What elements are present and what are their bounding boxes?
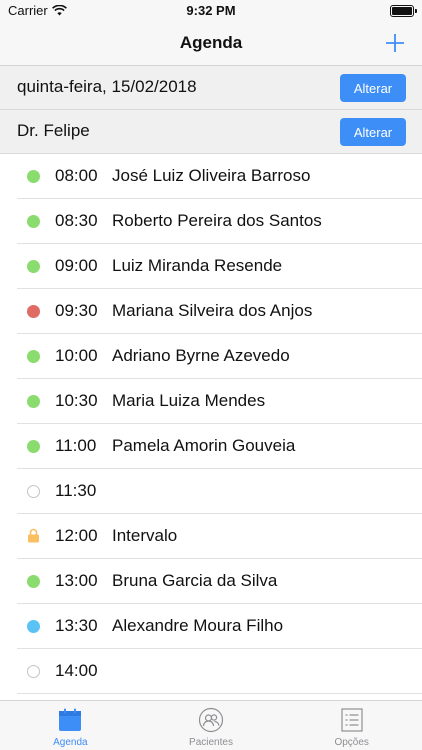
appointment-time: 12:00 [55, 526, 98, 545]
tab-label: Pacientes [189, 737, 233, 748]
doctor-row: Dr. Felipe Alterar [0, 110, 422, 154]
appointment-row[interactable]: 08:30 Roberto Pereira dos Santos [0, 199, 422, 244]
tab-bar: Agenda Pacientes Opções [0, 700, 422, 750]
date-row: quinta-feira, 15/02/2018 Alterar [0, 66, 422, 110]
appointment-patient-name: Adriano Byrne Azevedo [112, 346, 290, 365]
appointment-patient-name: Mariana Silveira dos Anjos [112, 301, 313, 320]
appointment-row[interactable]: 10:00 Adriano Byrne Azevedo [0, 334, 422, 379]
list-icon [341, 708, 363, 732]
status-time: 9:32 PM [186, 3, 236, 18]
appointment-time: 13:30 [55, 616, 98, 635]
appointment-patient-name: Luiz Miranda Resende [112, 256, 283, 275]
plus-icon[interactable] [382, 30, 408, 56]
appointment-time: 10:30 [55, 391, 98, 410]
status-dot-green [27, 260, 40, 273]
appointment-row[interactable]: 08:00 José Luiz Oliveira Barroso [0, 154, 422, 199]
status-dot-green [27, 170, 40, 183]
appointment-time: 08:30 [55, 211, 98, 230]
appointment-time: 09:00 [55, 256, 98, 275]
appointment-patient-name: Bruna Garcia da Silva [112, 571, 278, 590]
patients-icon [198, 707, 224, 733]
appointment-row[interactable]: 09:00 Luiz Miranda Resende [0, 244, 422, 289]
navigation-bar: Agenda [0, 22, 422, 66]
appointment-row[interactable]: 12:00 Intervalo [0, 514, 422, 559]
status-dot-green [27, 350, 40, 363]
appointment-time: 11:30 [55, 481, 97, 500]
appointment-time: 14:00 [55, 661, 98, 680]
appointment-patient-name: José Luiz Oliveira Barroso [112, 166, 311, 185]
page-title: Agenda [179, 33, 243, 52]
appointment-row[interactable]: 11:30 [0, 469, 422, 514]
appointment-row[interactable]: 11:00 Pamela Amorin Gouveia [0, 424, 422, 469]
status-dot-blue [27, 620, 40, 633]
doctor-label: Dr. Felipe [17, 121, 90, 140]
date-label: quinta-feira, 15/02/2018 [17, 77, 197, 96]
tab-label: Opções [334, 737, 369, 748]
tab-opes[interactable]: Opções [281, 701, 422, 750]
appointment-row[interactable]: 09:30 Mariana Silveira dos Anjos [0, 289, 422, 334]
appointment-time: 13:00 [55, 571, 98, 590]
status-dot-empty [27, 665, 40, 678]
status-bar: Carrier 9:32 PM [0, 0, 422, 22]
battery-icon [390, 5, 417, 17]
tab-agenda[interactable]: Agenda [0, 701, 141, 750]
status-dot-red [27, 305, 40, 318]
change-date-button[interactable]: Alterar [340, 74, 406, 102]
appointment-list: 08:00 José Luiz Oliveira Barroso 08:30 Robe… [0, 154, 422, 694]
status-dot-green [27, 215, 40, 228]
appointment-patient-name: Maria Luiza Mendes [112, 391, 266, 410]
appointment-patient-name: Alexandre Moura Filho [112, 616, 284, 635]
status-dot-green [27, 395, 40, 408]
lock-icon [28, 528, 39, 543]
appointment-row[interactable]: 13:00 Bruna Garcia da Silva [0, 559, 422, 604]
appointment-row[interactable]: 13:30 Alexandre Moura Filho [0, 604, 422, 649]
status-dot-green [27, 440, 40, 453]
tab-label: Agenda [53, 737, 88, 748]
appointment-patient-name: Pamela Amorin Gouveia [112, 436, 296, 455]
status-dot-green [27, 575, 40, 588]
calendar-icon [59, 708, 82, 731]
appointment-time: 11:00 [55, 436, 97, 455]
appointment-patient-name: Intervalo [112, 526, 178, 545]
appointment-row[interactable]: 14:00 [0, 649, 422, 694]
change-doctor-button[interactable]: Alterar [340, 118, 406, 146]
appointment-patient-name: Roberto Pereira dos Santos [112, 211, 322, 230]
appointment-time: 09:30 [55, 301, 98, 320]
tab-pacientes[interactable]: Pacientes [141, 701, 282, 750]
appointment-time: 08:00 [55, 166, 98, 185]
appointment-row[interactable]: 10:30 Maria Luiza Mendes [0, 379, 422, 424]
appointment-time: 10:00 [55, 346, 98, 365]
status-dot-empty [27, 485, 40, 498]
